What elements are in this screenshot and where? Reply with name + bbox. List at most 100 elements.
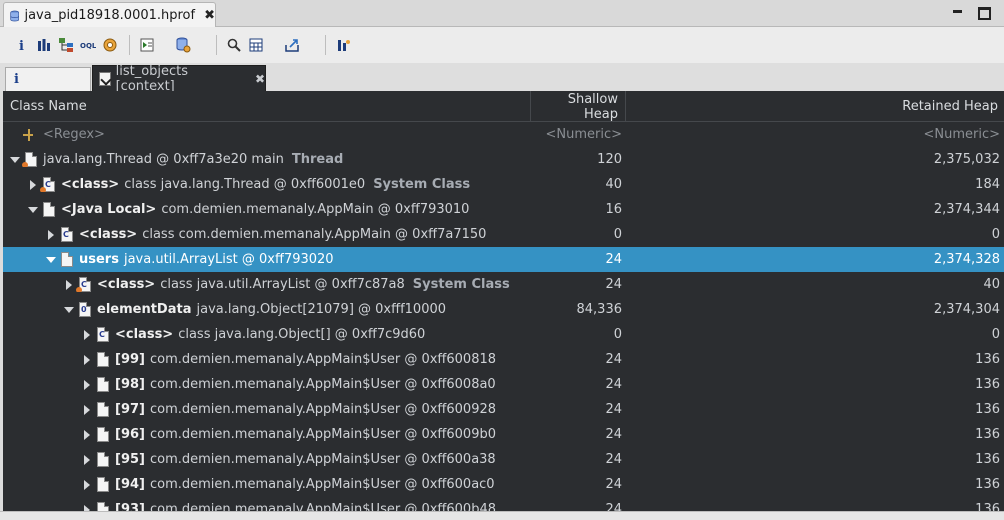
table-row[interactable]: [93] com.demien.memanaly.AppMain$User @ 0… xyxy=(3,497,1004,511)
object-label: com.demien.memanaly.AppMain$User @ 0xff6… xyxy=(149,502,496,511)
table-row[interactable]: [99] com.demien.memanaly.AppMain$User @ 0… xyxy=(3,347,1004,372)
object-label: com.demien.memanaly.AppMain$User @ 0xff6… xyxy=(149,377,496,392)
expand-arrow-icon[interactable] xyxy=(63,279,75,291)
histogram-icon[interactable] xyxy=(34,35,54,55)
table-row[interactable]: C <class> class java.util.ArrayList @ 0xff… xyxy=(3,272,1004,297)
object-icon xyxy=(97,402,109,417)
shallow-heap-value: 24 xyxy=(605,402,622,417)
table-row[interactable]: 0 elementData java.lang.Object[21079] @ 0x… xyxy=(3,297,1004,322)
window-controls xyxy=(950,4,992,20)
editor-tab-hprof[interactable]: java_pid18918.0001.hprof ✖ xyxy=(3,2,216,28)
table-row[interactable]: users java.util.ArrayList @ 0xff793020 24 2… xyxy=(3,247,1004,272)
table-row[interactable]: java.lang.Thread @ 0xff7a3e20 main Thread… xyxy=(3,147,1004,172)
thread-icon xyxy=(22,152,37,167)
class-icon: C xyxy=(61,227,73,242)
retained-heap-value: 136 xyxy=(975,502,1000,511)
window-bottom-border xyxy=(0,511,1004,520)
toolbar-separator xyxy=(325,35,326,55)
object-label: com.demien.memanaly.AppMain$User @ 0xff6… xyxy=(149,427,496,442)
oql-icon[interactable]: OQL xyxy=(78,35,98,55)
field-label: <class> xyxy=(115,327,174,342)
object-icon xyxy=(97,377,109,392)
class-icon: C xyxy=(76,277,91,292)
table-row[interactable]: [96] com.demien.memanaly.AppMain$User @ 0… xyxy=(3,422,1004,447)
maximize-icon[interactable] xyxy=(976,4,992,20)
field-label: <class> xyxy=(61,177,120,192)
expand-arrow-icon[interactable] xyxy=(81,479,93,491)
close-icon[interactable]: ✖ xyxy=(255,72,265,86)
retained-heap-value: 136 xyxy=(975,452,1000,467)
object-label: java.lang.Thread @ 0xff7a3e20 main xyxy=(43,152,284,167)
info-icon[interactable]: i xyxy=(12,35,32,55)
expand-arrow-icon[interactable] xyxy=(81,354,93,366)
dominator-tree-icon[interactable] xyxy=(56,35,76,55)
info-icon: i xyxy=(14,72,19,87)
retained-heap-value: 136 xyxy=(975,427,1000,442)
table-row[interactable]: [95] com.demien.memanaly.AppMain$User @ 0… xyxy=(3,447,1004,472)
expand-arrow-icon[interactable] xyxy=(81,404,93,416)
table-row[interactable]: [98] com.demien.memanaly.AppMain$User @ 0… xyxy=(3,372,1004,397)
query-browser-icon[interactable] xyxy=(173,35,193,55)
table-row[interactable]: <Java Local> com.demien.memanaly.AppMain … xyxy=(3,197,1004,222)
retained-heap-value: 40 xyxy=(983,277,1000,292)
query-result-icon xyxy=(99,71,111,86)
shallow-filter-input[interactable]: <Numeric> xyxy=(531,127,626,142)
regex-filter-input[interactable]: <Regex> xyxy=(43,127,105,142)
tab-overview[interactable]: i xyxy=(5,67,91,91)
search-icon[interactable] xyxy=(224,35,244,55)
run-expert-report-icon[interactable] xyxy=(137,35,157,55)
table-row[interactable]: C <class> class com.demien.memanaly.AppMai… xyxy=(3,222,1004,247)
object-icon xyxy=(61,252,73,267)
table-row[interactable]: [97] com.demien.memanaly.AppMain$User @ 0… xyxy=(3,397,1004,422)
field-label: [98] xyxy=(115,377,145,392)
collapse-arrow-icon[interactable] xyxy=(27,204,39,216)
collapse-arrow-icon[interactable] xyxy=(9,154,21,166)
shallow-heap-value: 24 xyxy=(605,502,622,511)
collapse-arrow-icon[interactable] xyxy=(63,304,75,316)
column-header-class-name[interactable]: Class Name xyxy=(3,91,531,122)
expand-arrow-icon[interactable] xyxy=(81,329,93,341)
tab-list-objects[interactable]: list_objects [context] ✖ xyxy=(92,64,266,94)
retained-heap-value: 184 xyxy=(975,177,1000,192)
expand-arrow-icon[interactable] xyxy=(81,379,93,391)
calculate-retained-icon[interactable] xyxy=(246,35,266,55)
retained-heap-value: 136 xyxy=(975,352,1000,367)
retained-heap-value: 2,374,344 xyxy=(933,202,1000,217)
expand-arrow-icon[interactable] xyxy=(27,179,39,191)
object-label: class java.lang.Thread @ 0xff6001e0 xyxy=(124,177,366,192)
close-icon[interactable]: ✖ xyxy=(204,8,215,23)
object-label: com.demien.memanaly.AppMain$User @ 0xff6… xyxy=(149,402,497,417)
table-row[interactable]: C <class> class java.lang.Object[] @ 0xff7… xyxy=(3,322,1004,347)
expand-arrow-icon[interactable] xyxy=(81,454,93,466)
object-icon xyxy=(97,427,109,442)
expand-arrow-icon[interactable] xyxy=(81,429,93,441)
minimize-icon[interactable] xyxy=(950,4,966,20)
expand-arrow-icon[interactable] xyxy=(81,504,93,512)
object-icon xyxy=(43,202,55,217)
object-label: class java.util.ArrayList @ 0xff7c87a8 xyxy=(160,277,405,292)
field-label: [93] xyxy=(115,502,145,511)
collapse-arrow-icon[interactable] xyxy=(45,254,57,266)
class-icon: C xyxy=(97,327,109,342)
retained-filter-input[interactable]: <Numeric> xyxy=(626,127,1004,142)
object-icon xyxy=(97,352,109,367)
table-row[interactable]: [94] com.demien.memanaly.AppMain$User @ 0… xyxy=(3,472,1004,497)
column-header-shallow-heap[interactable]: Shallow Heap xyxy=(531,91,626,122)
editor-tab-title: java_pid18918.0001.hprof xyxy=(24,8,196,23)
shallow-heap-value: 0 xyxy=(613,327,622,342)
heap-dump-overview-icon[interactable] xyxy=(100,35,120,55)
object-label: com.demien.memanaly.AppMain @ 0xff793010 xyxy=(161,202,470,217)
toolbar-separator xyxy=(129,35,130,55)
group-result-icon[interactable] xyxy=(333,35,353,55)
column-header-retained-heap[interactable]: Retained Heap xyxy=(626,91,1004,122)
filter-row: <Regex> <Numeric> <Numeric> xyxy=(3,122,1004,147)
field-label: <class> xyxy=(79,227,138,242)
field-label: [94] xyxy=(115,477,145,492)
table-row[interactable]: C <class> class java.lang.Thread @ 0xff600… xyxy=(3,172,1004,197)
expand-arrow-icon[interactable] xyxy=(45,229,57,241)
export-icon[interactable] xyxy=(282,35,302,55)
field-label: [96] xyxy=(115,427,145,442)
object-label: com.demien.memanaly.AppMain$User @ 0xff6… xyxy=(149,452,496,467)
shallow-heap-value: 24 xyxy=(605,352,622,367)
editor-tab-bar: java_pid18918.0001.hprof ✖ xyxy=(0,0,1004,28)
